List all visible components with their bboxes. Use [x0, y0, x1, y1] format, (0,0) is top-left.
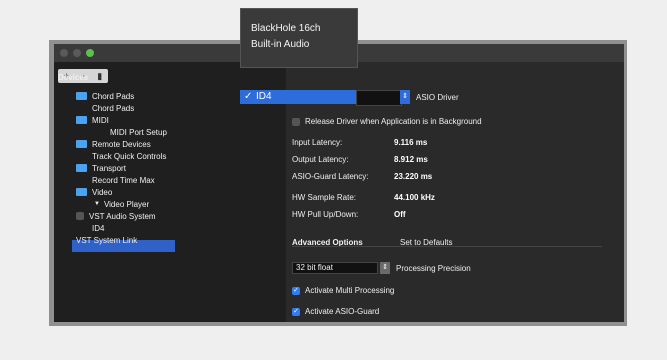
driver-option-selected[interactable]: ✓ ID4	[240, 90, 356, 104]
driver-option-built-in-audio[interactable]: Built-in Audio	[251, 39, 309, 50]
disclosure-triangle-icon[interactable]: ▼	[94, 201, 100, 207]
hw-pull-label: HW Pull Up/Down:	[292, 210, 359, 219]
tree-item-record-time-max[interactable]: Record Time Max	[92, 174, 155, 186]
tree-item-midi-port-setup[interactable]: MIDI Port Setup	[110, 126, 167, 138]
driver-option-id4: ID4	[256, 91, 272, 102]
hw-sample-rate-label: HW Sample Rate:	[292, 193, 357, 202]
tree-item-chord-pads-folder[interactable]: Chord Pads	[76, 90, 134, 102]
multi-processing-checkbox[interactable]: ✓	[292, 286, 300, 295]
tree-item-remote-devices-folder[interactable]: Remote Devices	[76, 138, 151, 150]
tree-item-vst-audio-system[interactable]: VST Audio System	[76, 210, 156, 222]
checkmark-icon: ✓	[244, 91, 253, 102]
asio-guard-latency-label: ASIO-Guard Latency:	[292, 172, 369, 181]
processing-precision-label: Processing Precision	[396, 264, 471, 273]
release-driver-option[interactable]: Release Driver when Application is in Ba…	[292, 117, 482, 126]
audio-system-icon	[76, 212, 84, 220]
tree-item-midi-folder[interactable]: MIDI	[76, 114, 109, 126]
folder-icon	[76, 140, 87, 148]
tree-item-video-folder[interactable]: Video	[76, 186, 112, 198]
hw-pull-value: Off	[394, 210, 406, 219]
output-latency-label: Output Latency:	[292, 155, 349, 164]
folder-icon	[76, 188, 87, 196]
release-driver-checkbox[interactable]	[292, 117, 300, 126]
tree-item-vst-system-link[interactable]: VST System Link	[76, 234, 137, 246]
chevron-updown-icon[interactable]: ⇕	[380, 262, 390, 274]
input-latency-value: 9.116 ms	[394, 138, 428, 147]
tree-item-chord-pads[interactable]: Chord Pads	[92, 102, 134, 114]
reset-icon[interactable]: ▮	[97, 71, 102, 82]
device-setup-window: + − ▮ Devices Chord Pads Chord Pads MIDI…	[54, 44, 624, 322]
tree-item-transport-folder[interactable]: Transport	[76, 162, 126, 174]
output-latency-value: 8.912 ms	[394, 155, 428, 164]
folder-icon	[76, 92, 87, 100]
asio-guard-checkbox[interactable]: ✓	[292, 307, 300, 316]
tree-item-track-quick-controls[interactable]: Track Quick Controls	[92, 150, 166, 162]
tree-item-video-player[interactable]: ▼ Video Player	[94, 198, 149, 210]
folder-icon	[76, 164, 87, 172]
asio-driver-field[interactable]	[356, 90, 402, 106]
folder-icon	[76, 116, 87, 124]
asio-guard-option[interactable]: ✓ Activate ASIO-Guard	[292, 307, 379, 316]
asio-guard-latency-value: 23.220 ms	[394, 172, 433, 181]
driver-option-blackhole[interactable]: BlackHole 16ch	[251, 23, 320, 34]
driver-dropdown-menu[interactable]: BlackHole 16ch Built-in Audio	[240, 8, 358, 68]
zoom-window-button[interactable]	[86, 49, 94, 57]
tree-item-id4[interactable]: ID4	[92, 222, 104, 234]
input-latency-label: Input Latency:	[292, 138, 343, 147]
asio-driver-label: ASIO Driver	[416, 93, 459, 102]
minimize-window-button[interactable]	[73, 49, 81, 57]
multi-processing-option[interactable]: ✓ Activate Multi Processing	[292, 286, 394, 295]
section-divider	[292, 246, 602, 247]
close-window-button[interactable]	[60, 49, 68, 57]
hw-sample-rate-value: 44.100 kHz	[394, 193, 435, 202]
processing-precision-select[interactable]: 32 bit float	[292, 262, 378, 274]
sidebar-title: Devices	[58, 73, 89, 82]
chevron-updown-icon[interactable]: ⇕	[400, 90, 410, 104]
